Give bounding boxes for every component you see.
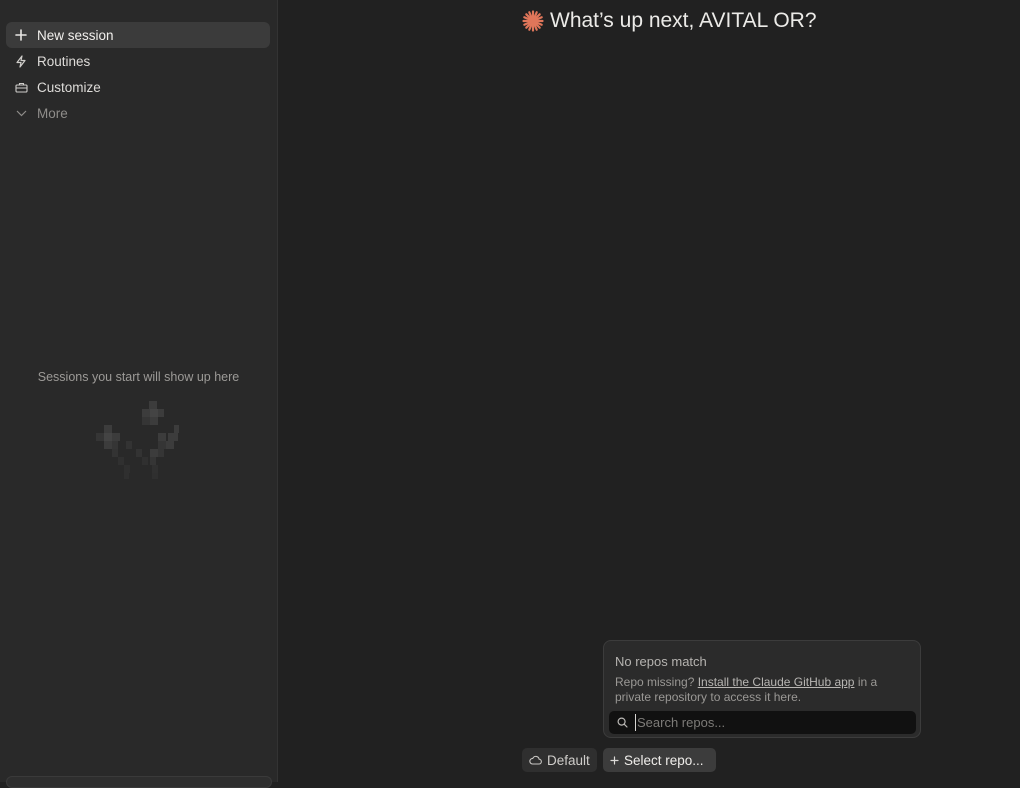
sidebar-item-label: Customize — [37, 79, 101, 95]
repo-help-text: Repo missing? Install the Claude GitHub … — [615, 675, 905, 705]
account-menu[interactable] — [6, 776, 272, 788]
sessions-empty-state: Sessions you start will show up here — [37, 370, 240, 384]
sidebar-item-more[interactable]: More — [6, 100, 270, 126]
claude-spark-icon — [522, 10, 544, 32]
repo-search-box[interactable] — [609, 711, 916, 734]
no-repos-message: No repos match — [615, 654, 707, 669]
search-icon — [617, 717, 631, 728]
greeting-text: What’s up next, AVITAL OR? — [550, 9, 817, 32]
plus-icon — [610, 755, 619, 765]
sidebar-item-label: Routines — [37, 53, 91, 69]
sidebar-item-new-session[interactable]: New session — [6, 22, 270, 48]
pixel-art-illustration — [96, 401, 179, 479]
lightning-icon — [13, 53, 29, 69]
select-repo-button[interactable]: Select repo... — [603, 748, 716, 772]
page-title: What’s up next, AVITAL OR? — [522, 9, 817, 33]
sidebar-item-routines[interactable]: Routines — [6, 48, 270, 74]
repo-selector-popover: No repos match Repo missing? Install the… — [603, 640, 921, 738]
environment-selector[interactable]: Default — [522, 748, 597, 772]
briefcase-icon — [13, 79, 29, 95]
sidebar-item-customize[interactable]: Customize — [6, 74, 270, 100]
sidebar-item-label: New session — [37, 27, 114, 43]
repo-search-input[interactable] — [635, 714, 909, 731]
help-prefix: Repo missing? — [615, 675, 698, 689]
sidebar-item-label: More — [37, 105, 68, 121]
environment-label: Default — [547, 752, 590, 768]
plus-icon — [13, 27, 29, 43]
cloud-icon — [529, 755, 542, 765]
sidebar: New session Routines Customize More Sess… — [0, 0, 278, 788]
select-repo-label: Select repo... — [624, 752, 704, 768]
chevron-down-icon — [13, 105, 29, 121]
install-github-app-link[interactable]: Install the Claude GitHub app — [698, 675, 855, 689]
